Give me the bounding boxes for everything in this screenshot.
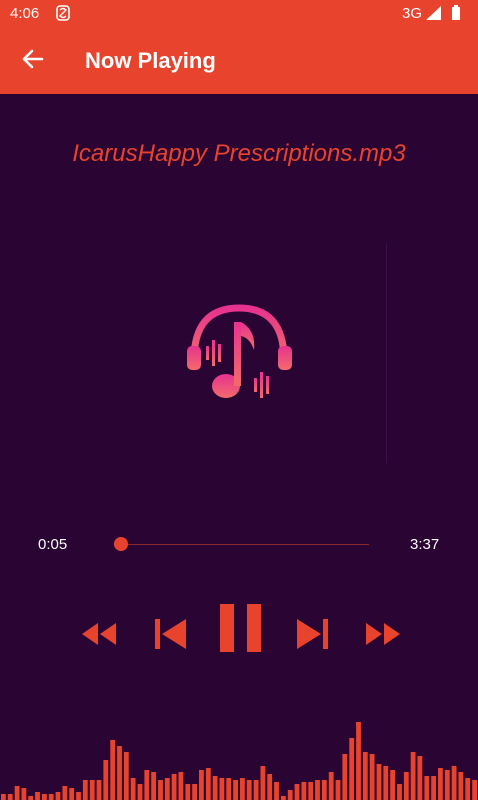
visualizer-bar bbox=[48, 794, 54, 800]
visualizer-bar bbox=[35, 792, 40, 800]
visualizer-bar bbox=[171, 774, 177, 800]
visualizer-bar bbox=[362, 752, 368, 800]
visualizer-bar bbox=[1, 794, 6, 800]
visualizer-bar bbox=[383, 766, 389, 800]
visualizer-bar bbox=[82, 780, 88, 800]
audio-visualizer bbox=[1, 722, 477, 800]
visualizer-bar bbox=[321, 780, 327, 800]
visualizer-bar bbox=[205, 768, 211, 800]
fast-forward-icon[interactable] bbox=[364, 620, 402, 648]
visualizer-bar bbox=[62, 786, 68, 800]
total-time: 3:37 bbox=[410, 536, 440, 553]
visualizer-bar bbox=[390, 770, 395, 800]
status-bar: 4:06 3G bbox=[0, 0, 478, 26]
visualizer-bar bbox=[417, 756, 423, 800]
visualizer-bar bbox=[199, 770, 204, 800]
seek-thumb[interactable] bbox=[114, 537, 128, 551]
visualizer-bar bbox=[158, 780, 163, 800]
visualizer-bar bbox=[130, 778, 136, 800]
visualizer-bar bbox=[472, 780, 477, 800]
seek-bar[interactable] bbox=[121, 544, 369, 545]
visualizer-bar bbox=[315, 780, 320, 800]
visualizer-bar bbox=[28, 796, 34, 800]
visualizer-bar bbox=[117, 746, 122, 800]
visualizer-bar bbox=[89, 780, 95, 800]
visualizer-bar bbox=[410, 752, 416, 800]
visualizer-bar bbox=[219, 778, 225, 800]
visualizer-bar bbox=[253, 780, 259, 800]
visualizer-bar bbox=[356, 722, 361, 800]
app-bar: Now Playing bbox=[0, 26, 478, 94]
visualizer-bar bbox=[42, 794, 47, 800]
visualizer-bar bbox=[233, 780, 238, 800]
visualizer-bar bbox=[424, 776, 430, 800]
visualizer-bar bbox=[328, 772, 334, 800]
skip-next-icon[interactable] bbox=[294, 617, 330, 651]
visualizer-bar bbox=[137, 784, 143, 800]
visualizer-bar bbox=[431, 776, 436, 800]
current-time: 0:05 bbox=[38, 536, 68, 553]
visualizer-bar bbox=[21, 788, 27, 800]
visualizer-bar bbox=[301, 782, 307, 800]
battery-icon bbox=[452, 5, 460, 20]
visualizer-bar bbox=[451, 766, 457, 800]
visualizer-bar bbox=[349, 738, 355, 800]
visualizer-bar bbox=[287, 790, 293, 800]
visualizer-bar bbox=[281, 796, 286, 800]
notification-icon bbox=[56, 5, 70, 21]
visualizer-bar bbox=[14, 786, 20, 800]
visualizer-bar bbox=[110, 740, 116, 800]
visualizer-bar bbox=[55, 792, 61, 800]
visualizer-bar bbox=[76, 792, 81, 800]
pause-icon[interactable] bbox=[218, 604, 264, 654]
page-title: Now Playing bbox=[85, 48, 216, 73]
visualizer-bar bbox=[246, 780, 252, 800]
visualizer-bar bbox=[240, 778, 245, 800]
visualizer-bar bbox=[267, 774, 273, 800]
visualizer-bar bbox=[123, 752, 129, 800]
visualizer-bar bbox=[192, 784, 197, 800]
visualizer-bar bbox=[403, 772, 409, 800]
visualizer-bar bbox=[226, 778, 232, 800]
status-time: 4:06 bbox=[10, 5, 40, 22]
visualizer-bar bbox=[444, 770, 450, 800]
visualizer-bar bbox=[458, 772, 464, 800]
headphones-music-icon bbox=[187, 304, 292, 398]
visualizer-bar bbox=[151, 772, 156, 800]
visualizer-bar bbox=[294, 784, 300, 800]
visualizer-bar bbox=[212, 776, 218, 800]
song-title: IcarusHappy Prescriptions.mp3 bbox=[72, 140, 406, 167]
visualizer-bar bbox=[376, 764, 382, 800]
arrow-back-icon[interactable] bbox=[12, 40, 52, 80]
visualizer-bar bbox=[7, 794, 13, 800]
art-divider bbox=[386, 243, 387, 463]
visualizer-bar bbox=[465, 778, 471, 800]
visualizer-bar bbox=[103, 760, 109, 800]
visualizer-bar bbox=[144, 770, 150, 800]
visualizer-bar bbox=[397, 784, 402, 800]
visualizer-bar bbox=[335, 780, 341, 800]
fast-rewind-icon[interactable] bbox=[80, 620, 118, 648]
network-type: 3G bbox=[401, 5, 422, 22]
visualizer-bar bbox=[178, 772, 184, 800]
visualizer-bar bbox=[342, 754, 348, 800]
visualizer-bar bbox=[164, 778, 170, 800]
skip-previous-icon[interactable] bbox=[153, 617, 189, 651]
signal-icon bbox=[426, 6, 441, 20]
visualizer-bar bbox=[369, 754, 375, 800]
visualizer-bar bbox=[185, 784, 191, 800]
visualizer-bar bbox=[438, 768, 443, 800]
visualizer-bar bbox=[69, 788, 75, 800]
visualizer-bar bbox=[308, 782, 314, 800]
visualizer-bar bbox=[260, 766, 266, 800]
visualizer-bar bbox=[274, 782, 279, 800]
visualizer-bar bbox=[96, 780, 102, 800]
